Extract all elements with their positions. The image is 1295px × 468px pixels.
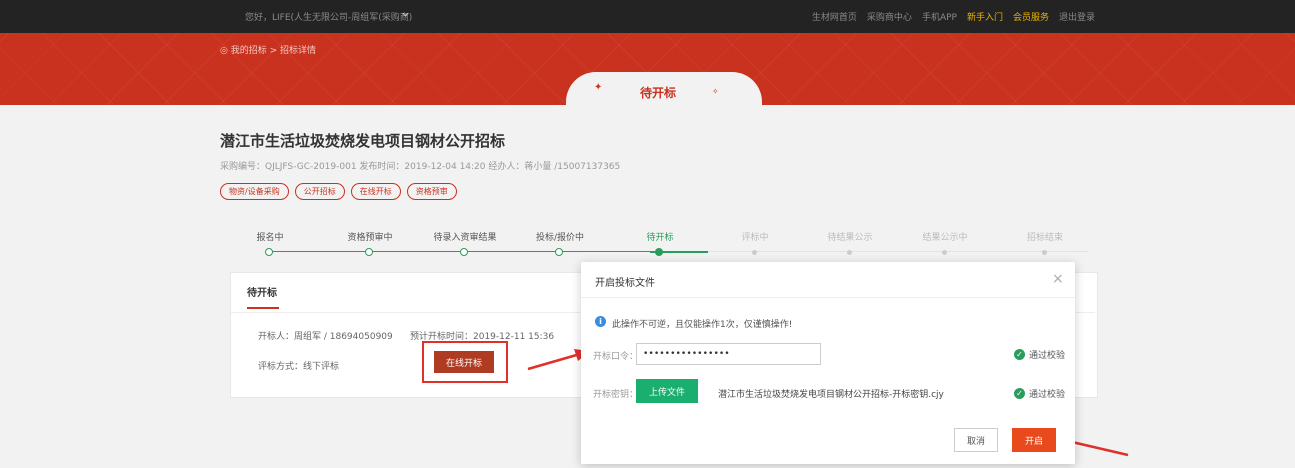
tag-method: 公开招标 [294,183,345,200]
chevron-down-icon[interactable] [402,11,409,18]
link-logout[interactable]: 退出登录 [1059,10,1095,23]
step-item: 待结果公示 [810,230,890,255]
user-greeting[interactable]: 您好，LIFE(人生无限公司-周组军(采购商) [245,10,412,23]
step-label: 投标/报价中 [535,233,585,243]
verified-label: 通过校验 [1029,390,1066,400]
key-label: 开标密钥： [593,390,639,400]
warning-text: 此操作不可逆，且仅能操作1次，仅谨慎操作! [612,320,793,330]
step-label: 评标中 [741,233,769,243]
step-label: 资格预审中 [347,233,393,243]
modal-title: 开启投标文件 [595,278,655,289]
check-circle-icon: ✓ [1014,349,1025,360]
step-dot [752,250,757,255]
page-title: 潜江市生活垃圾焚烧发电项目钢材公开招标 [220,132,506,150]
step-label: 结果公示中 [922,233,968,243]
step-item: 待录入资审结果 [425,230,505,256]
tag-online-open: 在线开标 [350,183,401,200]
breadcrumb[interactable]: ◎ 我的招标 > 招标详情 [220,43,316,56]
sparkle-icon: ✦ [594,82,603,93]
project-meta: 采购编号：QJLJFS-GC-2019-001 发布时间：2019-12-04 … [220,162,621,172]
opener-info: 开标人：周组军 / 18694050909 [258,332,393,342]
step-label: 报名中 [256,233,284,243]
card-title: 待开标 [247,288,277,299]
check-circle-icon: ✓ [1014,388,1025,399]
sparkle-icon: ✧ [712,87,719,96]
link-home[interactable]: 生材网首页 [812,10,857,23]
divider [581,297,1075,298]
password-verified: ✓ 通过校验 [1014,348,1065,361]
link-member-service[interactable]: 会员服务 [1013,10,1049,23]
step-dot [460,248,468,256]
open-button[interactable]: 开启 [1012,428,1056,452]
progress-steps: 报名中 资格预审中 待录入资审结果 投标/报价中 待开标 评标中 待结果公示 结… [230,230,1090,260]
step-dot [655,248,663,256]
upload-file-button[interactable]: 上传文件 [636,379,698,403]
step-item: 结果公示中 [905,230,985,255]
link-buyer-center[interactable]: 采购商中心 [867,10,912,23]
step-item: 招标结束 [1005,230,1085,255]
top-nav-bar: 您好，LIFE(人生无限公司-周组军(采购商) 生材网首页 采购商中心 手机AP… [0,0,1295,33]
tag-list: 物资/设备采购 公开招标 在线开标 资格预审 [220,183,457,200]
cancel-button[interactable]: 取消 [954,428,998,452]
step-dot [555,248,563,256]
close-icon[interactable]: × [1052,271,1064,287]
password-label: 开标口令： [593,352,639,362]
step-dot [365,248,373,256]
step-dot [847,250,852,255]
step-item: 报名中 [230,230,310,256]
step-item-current: 待开标 [620,230,700,256]
step-item: 评标中 [715,230,795,255]
step-label: 待开标 [646,233,674,243]
tag-prequal: 资格预审 [406,183,457,200]
status-tab-label: 待开标 [640,86,677,100]
step-item: 投标/报价中 [520,230,600,256]
step-label: 待录入资审结果 [433,233,497,243]
step-label: 待结果公示 [827,233,873,243]
annotation-highlight-box [422,341,508,383]
step-item: 资格预审中 [330,230,410,256]
password-input[interactable] [636,343,821,365]
step-label: 招标结束 [1026,233,1063,243]
key-verified: ✓ 通过校验 [1014,387,1065,400]
link-mobile-app[interactable]: 手机APP [922,10,957,23]
card-title-underline [247,307,279,309]
step-dot [265,248,273,256]
step-dot [1042,250,1047,255]
evaluation-method: 评标方式：线下评标 [258,362,340,372]
top-links: 生材网首页 采购商中心 手机APP 新手入门 会员服务 退出登录 [812,10,1095,23]
step-dot [942,250,947,255]
tag-category: 物资/设备采购 [220,183,289,200]
key-file-name: 潜江市生活垃圾焚烧发电项目钢材公开招标-开标密钥.cjy [718,390,944,400]
verified-label: 通过校验 [1029,351,1066,361]
info-icon: i [595,316,606,327]
link-newbie[interactable]: 新手入门 [967,10,1003,23]
